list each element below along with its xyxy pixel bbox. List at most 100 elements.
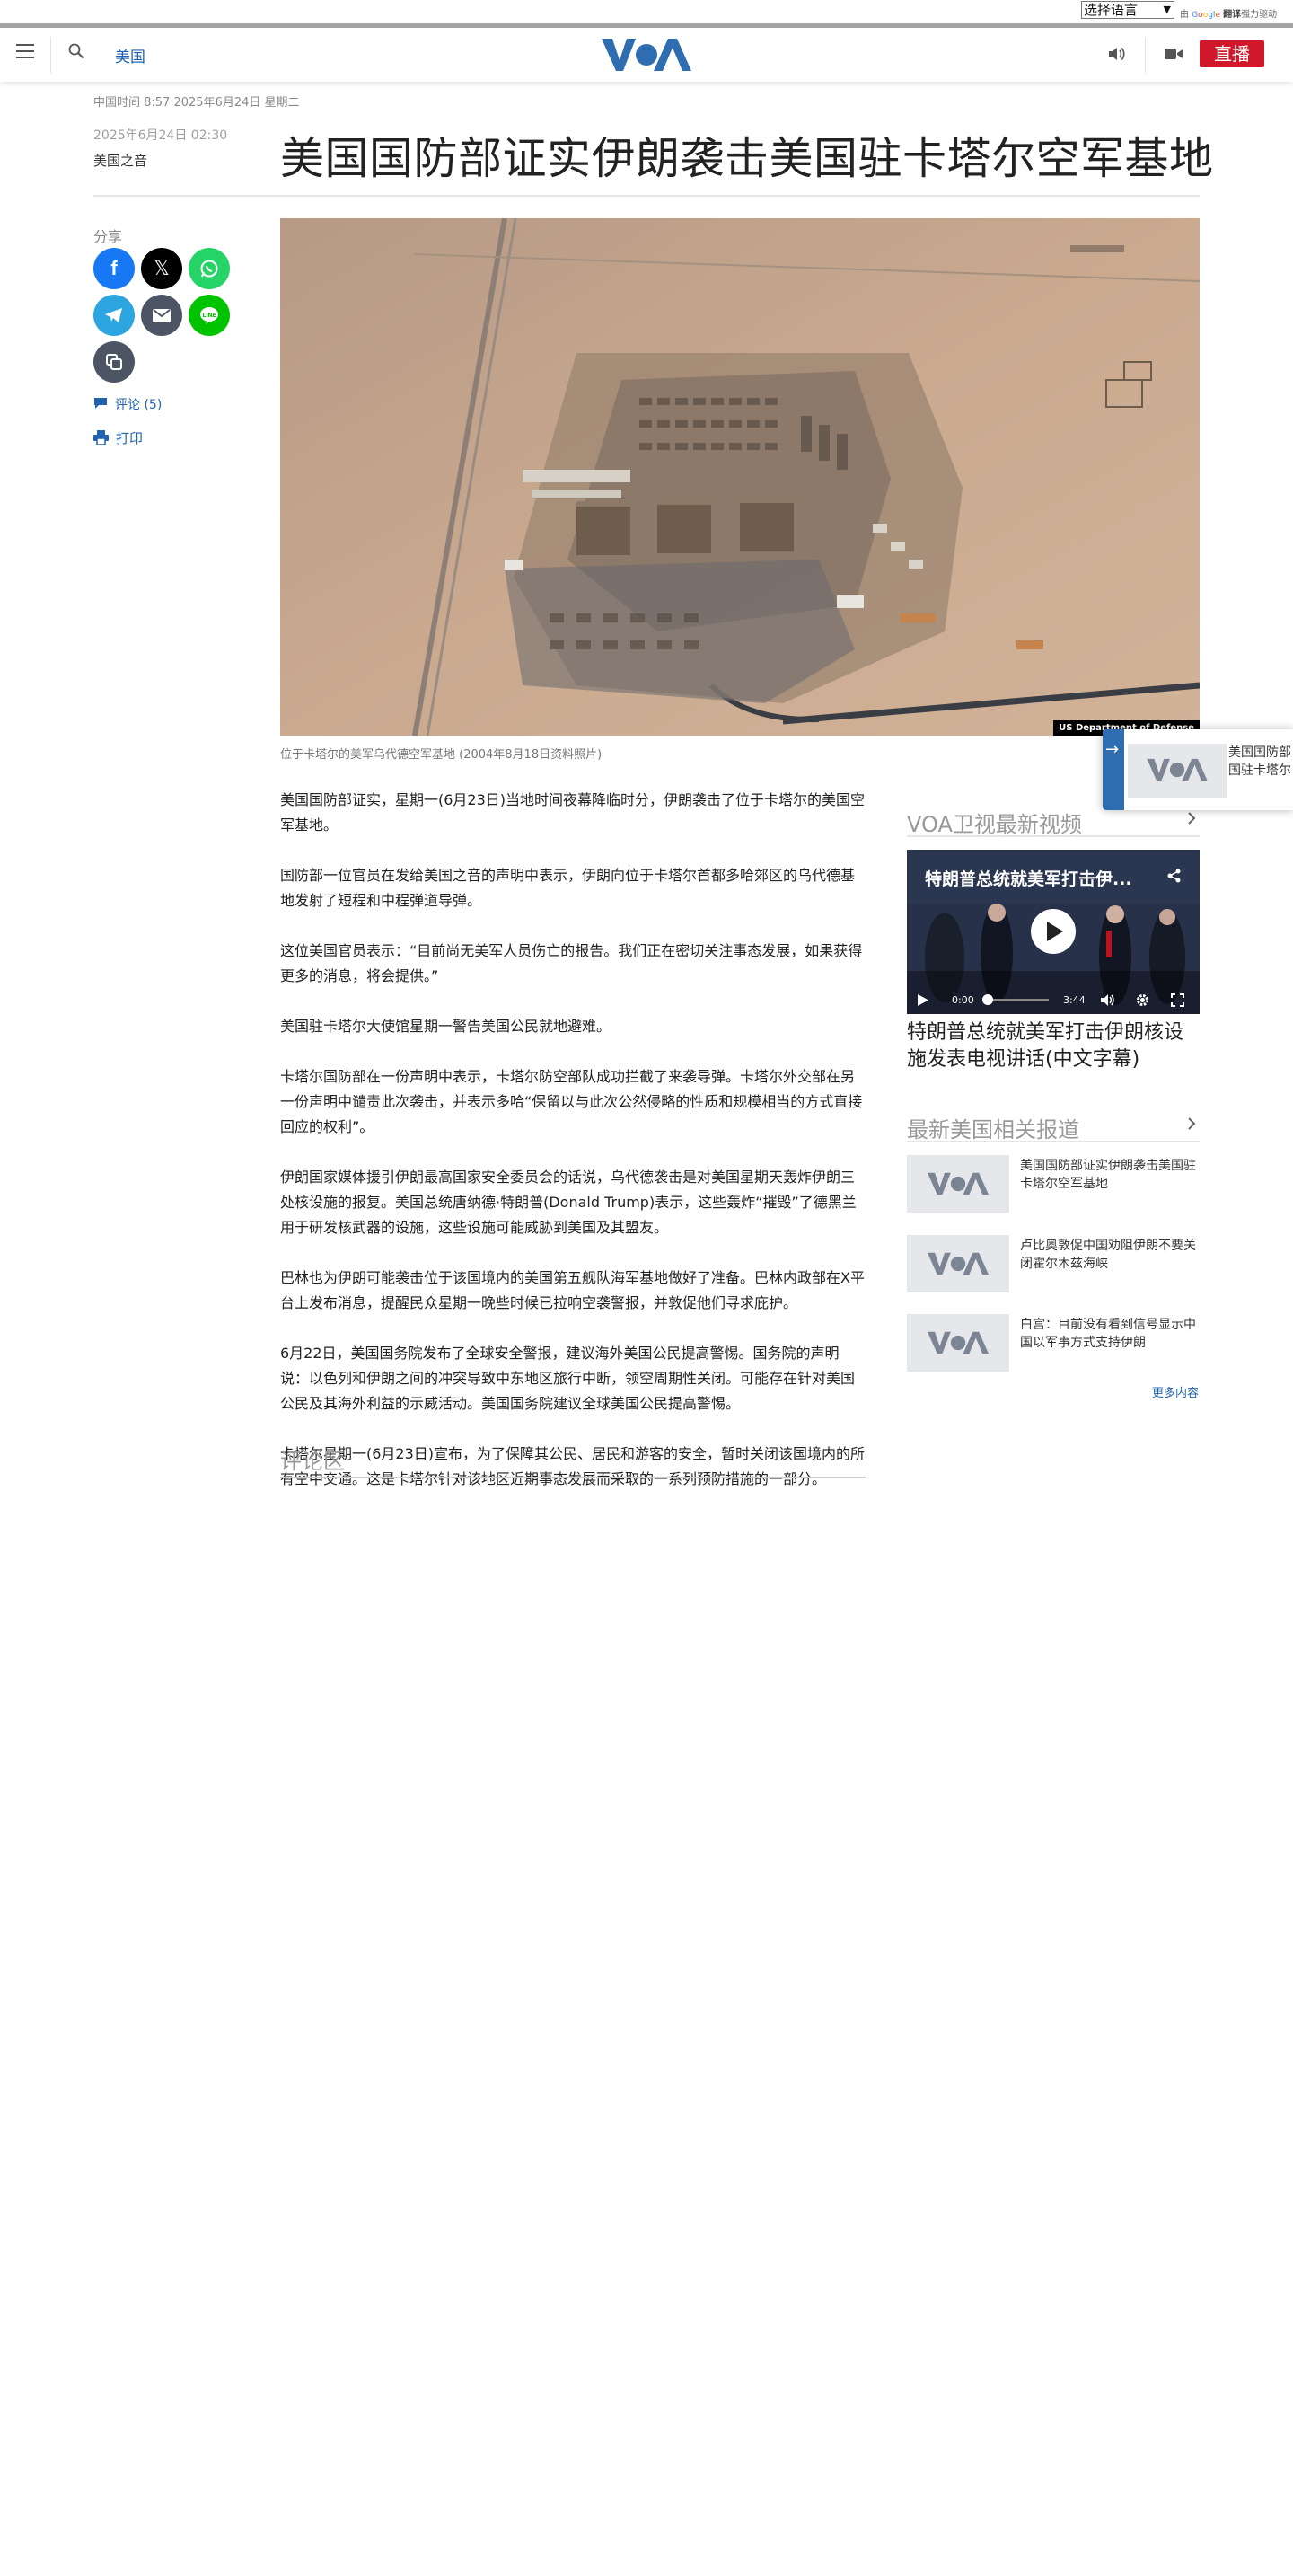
paragraph: 美国驻卡塔尔大使馆星期一警告美国公民就地避难。 xyxy=(280,1018,611,1035)
menu-icon[interactable] xyxy=(16,44,34,58)
line-icon: LINE xyxy=(200,307,218,324)
fullscreen-icon[interactable] xyxy=(1171,993,1184,1007)
play-small-icon[interactable] xyxy=(918,994,928,1006)
voa-logo-placeholder xyxy=(927,1252,990,1275)
paragraph: 6月22日，美国国务院发布了全球安全警报，建议海外美国公民提高警惕。国务院的声明… xyxy=(280,1345,856,1412)
play-icon xyxy=(1047,922,1063,941)
section-link-usa[interactable]: 美国 xyxy=(115,44,145,66)
google-translate-credit: 由 Google 翻译强力驱动 xyxy=(1180,6,1277,20)
current-datetime: 中国时间 8:57 2025年6月24日 星期二 xyxy=(93,96,300,110)
live-button[interactable]: 直播 xyxy=(1200,40,1264,67)
thumbnail xyxy=(907,1235,1009,1292)
progress-handle[interactable] xyxy=(982,994,993,1005)
thumbnail xyxy=(907,1155,1009,1213)
play-button[interactable] xyxy=(1031,909,1076,954)
copy-link-button[interactable] xyxy=(93,341,135,383)
thumbnail xyxy=(907,1314,1009,1372)
chevron-right-icon xyxy=(1188,1117,1196,1130)
paragraph: 美国国防部证实，星期一(6月23日)当地时间夜幕降临时分，伊朗袭击了位于卡塔尔的… xyxy=(280,791,866,834)
share-label: 分享 xyxy=(93,228,123,245)
related-section-title: 最新美国相关报道 xyxy=(907,1117,1079,1142)
time-current: 0:00 xyxy=(952,994,974,1006)
comments-heading: 评论区 xyxy=(280,1449,345,1474)
list-item[interactable]: 美国国防部证实伊朗袭击美国驻卡塔尔空军基地 xyxy=(907,1155,1200,1213)
x-icon: 𝕏 xyxy=(154,257,170,280)
video-overlay-title: 特朗普总统就美军打击伊... xyxy=(925,869,1132,889)
language-select-value: 选择语言 xyxy=(1084,2,1139,18)
search-icon[interactable] xyxy=(68,43,84,59)
language-select[interactable]: 选择语言 ▼ xyxy=(1081,1,1174,19)
comments-label: 评论 (5) xyxy=(115,398,163,412)
video-controls: 0:00 3:44 xyxy=(907,986,1200,1014)
article-body: 美国国防部证实，星期一(6月23日)当地时间夜幕降临时分，伊朗袭击了位于卡塔尔的… xyxy=(280,788,866,1517)
print-link[interactable]: 打印 xyxy=(93,428,143,448)
google-translate-bar: 选择语言 ▼ 由 Google 翻译强力驱动 xyxy=(0,0,1293,23)
thumbnail xyxy=(1128,744,1227,798)
time-total: 3:44 xyxy=(1063,994,1086,1006)
whatsapp-share-button[interactable] xyxy=(189,248,230,289)
chevron-down-icon: ▼ xyxy=(1163,4,1171,15)
paragraph: 这位美国官员表示：“目前尚无美军人员伤亡的报告。我们正在密切关注事态发展，如果获… xyxy=(280,942,863,984)
author[interactable]: 美国之音 xyxy=(93,151,147,170)
float-card-tab[interactable]: → xyxy=(1103,729,1124,810)
related-title: 白宫：目前没有看到信号显示中国以军事方式支持伊朗 xyxy=(1020,1318,1196,1350)
float-card-title-line: 国驻卡塔尔 xyxy=(1228,763,1291,778)
divider xyxy=(280,1477,866,1478)
header-divider xyxy=(50,37,51,73)
voa-logo-placeholder xyxy=(1147,758,1208,781)
share-icon[interactable] xyxy=(1167,869,1182,883)
paragraph: 卡塔尔国防部在一份声明中表示，卡塔尔防空部队成功拦截了来袭导弹。卡塔尔外交部在另… xyxy=(280,1068,863,1135)
paragraph: 卡塔尔星期一(6月23日)宣布，为了保障其公民、居民和游客的安全，暂时关闭该国境… xyxy=(280,1445,866,1487)
article-photo[interactable]: US Department of Defense xyxy=(280,218,1200,736)
arrow-right-icon: → xyxy=(1105,740,1120,759)
comments-link[interactable]: 评论 (5) xyxy=(93,395,162,413)
progress-bar[interactable] xyxy=(986,999,1049,1001)
divider xyxy=(93,195,1200,197)
photo-caption: 位于卡塔尔的美军乌代德空军基地 (2004年8月18日资料照片) xyxy=(280,748,603,762)
paragraph: 巴林也为伊朗可能袭击位于该国境内的美国第五舰队海军基地做好了准备。巴林内政部在X… xyxy=(280,1269,865,1311)
facebook-share-button[interactable]: f xyxy=(93,248,135,289)
more-link[interactable]: 更多内容 xyxy=(1152,1383,1199,1400)
article-headline: 美国国防部证实伊朗袭击美国驻卡塔尔空军基地 xyxy=(280,133,1214,184)
print-icon xyxy=(93,429,109,448)
video-section-title: VOA卫视最新视频 xyxy=(907,812,1082,837)
telegram-icon xyxy=(105,308,122,322)
float-card-title-line: 美国国防部 xyxy=(1228,745,1291,760)
floating-article-card[interactable]: → 美国国防部 国驻卡塔尔 xyxy=(1103,729,1293,810)
volume-icon[interactable] xyxy=(1100,993,1115,1007)
video-camera-icon[interactable] xyxy=(1164,46,1183,62)
related-title: 卢比奥敦促中国劝阻伊朗不要关闭霍尔木兹海峡 xyxy=(1020,1239,1196,1271)
credit-by: 由 xyxy=(1180,10,1189,20)
email-icon xyxy=(153,308,171,322)
chevron-right-icon xyxy=(1188,812,1196,825)
voa-logo-placeholder xyxy=(927,1331,990,1354)
publish-date: 2025年6月24日 02:30 xyxy=(93,128,228,143)
settings-gear-icon[interactable] xyxy=(1136,993,1149,1007)
paragraph: 国防部一位官员在发给美国之音的声明中表示，伊朗向位于卡塔尔首都多哈郊区的乌代德基… xyxy=(280,867,856,909)
video-player[interactable]: 特朗普总统就美军打击伊... 0:00 3:44 xyxy=(907,850,1200,1014)
float-card-title: 美国国防部 国驻卡塔尔 xyxy=(1228,744,1293,780)
related-section-header[interactable]: 最新美国相关报道 xyxy=(907,1110,1200,1142)
related-title: 美国国防部证实伊朗袭击美国驻卡塔尔空军基地 xyxy=(1020,1159,1196,1191)
svg-text:LINE: LINE xyxy=(202,313,216,319)
site-header: 美国 直播 xyxy=(0,28,1293,82)
credit-powered: 强力驱动 xyxy=(1241,10,1278,20)
print-label: 打印 xyxy=(116,430,144,446)
paragraph: 伊朗国家媒体援引伊朗最高国家安全委员会的话说，乌代德袭击是对美国星期天轰炸伊朗三… xyxy=(280,1169,857,1236)
telegram-share-button[interactable] xyxy=(93,295,135,336)
whatsapp-icon xyxy=(200,260,218,278)
video-title[interactable]: 特朗普总统就美军打击伊朗核设施发表电视讲话(中文字幕) xyxy=(907,1019,1200,1073)
facebook-icon: f xyxy=(110,257,118,279)
google-logo: Google xyxy=(1192,11,1220,20)
aerial-base-image xyxy=(280,218,1200,736)
list-item[interactable]: 白宫：目前没有看到信号显示中国以军事方式支持伊朗 xyxy=(907,1314,1200,1372)
list-item[interactable]: 卢比奥敦促中国劝阻伊朗不要关闭霍尔木兹海峡 xyxy=(907,1235,1200,1292)
credit-translate[interactable]: 翻译 xyxy=(1223,10,1241,20)
email-share-button[interactable] xyxy=(141,295,182,336)
line-share-button[interactable]: LINE xyxy=(189,295,230,336)
voa-logo[interactable] xyxy=(600,35,693,75)
copy-icon xyxy=(106,354,122,370)
voa-logo-placeholder xyxy=(927,1172,990,1195)
audio-icon[interactable] xyxy=(1107,45,1127,63)
x-share-button[interactable]: 𝕏 xyxy=(141,248,182,289)
